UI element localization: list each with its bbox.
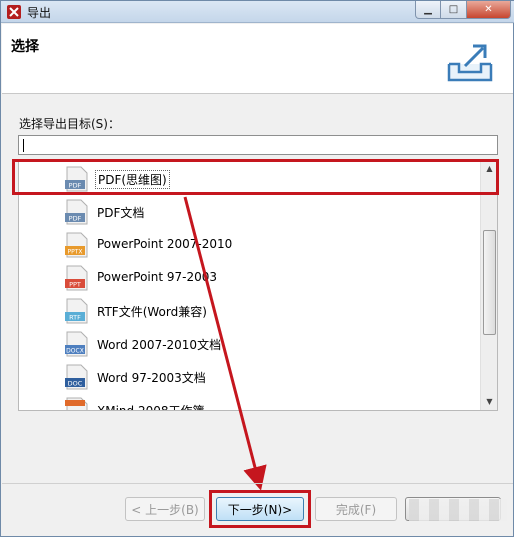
svg-text:DOC: DOC [68,380,83,388]
list-item-label: PowerPoint 2007-2010 [97,237,233,251]
list-item[interactable]: DOC Word 97-2003文档 [19,360,481,393]
list-item[interactable]: RTF RTF文件(Word兼容) [19,294,481,327]
list-item[interactable]: XMind 2008工作簿 [19,393,481,411]
pdf-file-icon: PDF [65,199,88,225]
svg-text:RTF: RTF [69,314,81,322]
export-target-label: 选择导出目标(S)： [19,117,120,131]
svg-text:PPTX: PPTX [67,249,82,256]
export-dialog: 导出 ▁ □ ✕ 选择 选择导出目标(S)： PDF PDF(思维图) PDF … [0,0,514,537]
list-item[interactable]: PPTX PowerPoint 2007-2010 [19,228,481,261]
rtf-file-icon: RTF [65,298,88,324]
list-item-label: Word 2007-2010文档 [97,338,222,352]
scrollbar-thumb[interactable] [483,230,496,335]
list-item[interactable]: DOCX Word 2007-2010文档 [19,327,481,360]
svg-text:PPT: PPT [69,281,81,289]
pptx-file-icon: PPTX [65,232,88,258]
header-panel: 选择 [2,24,513,94]
minimize-icon: ▁ [424,4,432,15]
finish-button[interactable]: 完成(F) [315,497,397,521]
docx-file-icon: DOCX [65,331,88,357]
xmind-app-icon [7,5,21,19]
export-target-list[interactable]: PDF PDF(思维图) PDF PDF文档 PPTX PowerPoint 2… [18,159,498,411]
maximize-button[interactable]: □ [441,1,467,19]
window-title: 导出 [27,6,52,20]
pixelated-watermark [409,499,507,521]
list-item[interactable]: PPT PowerPoint 97-2003 [19,261,481,294]
list-item[interactable]: PDF PDF文档 [19,195,481,228]
list-item-label: PowerPoint 97-2003 [97,270,218,284]
text-caret [23,139,24,152]
page-title: 选择 [11,39,39,55]
scroll-down-button[interactable]: ▼ [481,393,497,410]
back-button[interactable]: < 上一步(B) [125,497,205,521]
next-button-annotation-box [209,490,311,528]
export-target-filter-input[interactable] [18,135,498,155]
list-item-label: PDF文档 [97,206,145,220]
list-item-label: Word 97-2003文档 [97,371,206,385]
doc-file-icon: DOC [65,364,88,390]
svg-text:DOCX: DOCX [66,348,84,355]
maximize-icon: □ [448,4,459,15]
xmind-file-icon [65,397,88,410]
footer-divider [2,483,513,484]
selection-annotation-box [12,159,499,195]
scroll-down-icon: ▼ [486,397,493,406]
list-scrollbar[interactable]: ▲ ▼ [480,160,497,410]
export-icon [447,44,493,82]
title-bar: 导出 ▁ □ ✕ [1,1,514,23]
list-item-label: XMind 2008工作簿 [97,404,205,411]
minimize-button[interactable]: ▁ [415,1,441,19]
ppt-file-icon: PPT [65,265,88,291]
svg-text:PDF: PDF [69,215,82,223]
list-item-label: RTF文件(Word兼容) [97,305,207,319]
close-button[interactable]: ✕ [467,1,511,19]
close-icon: ✕ [484,4,493,15]
